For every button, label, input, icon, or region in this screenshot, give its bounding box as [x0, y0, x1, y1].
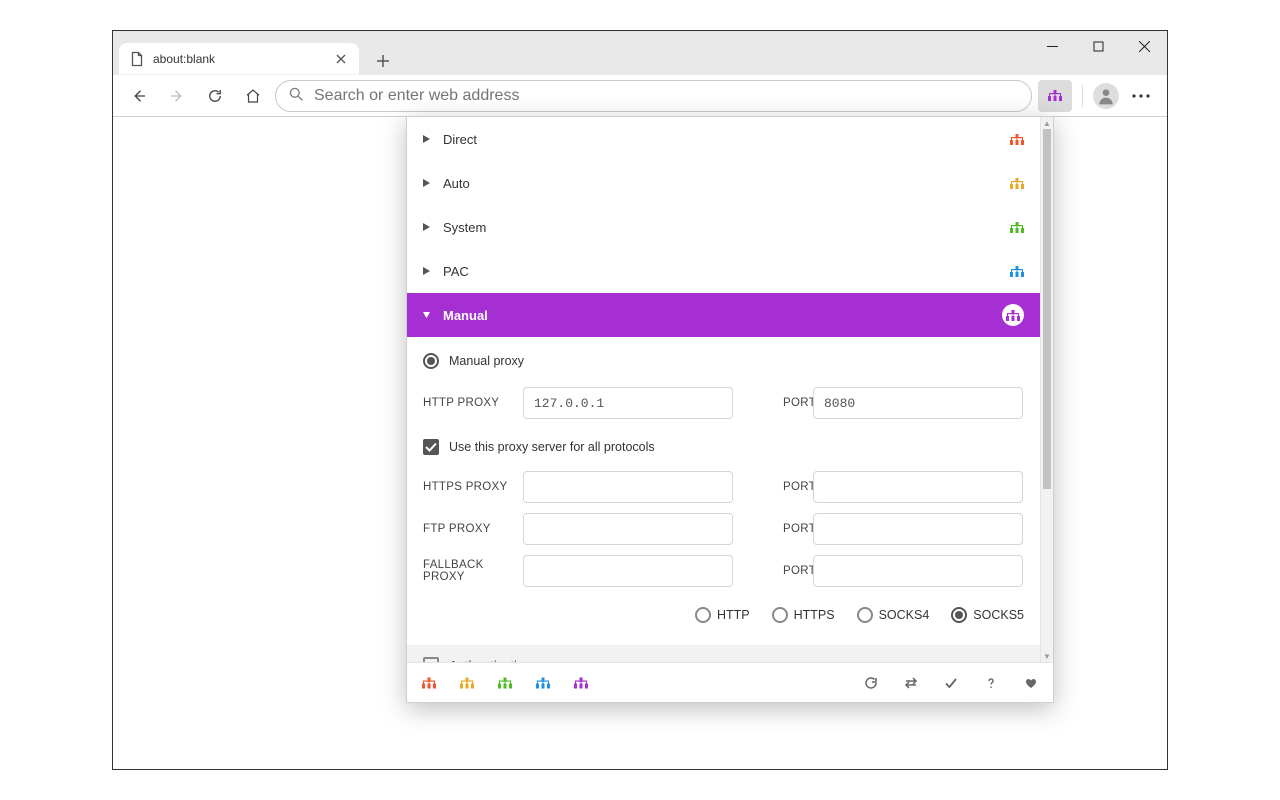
protocol-label: HTTPS — [794, 608, 835, 622]
network-icon — [1006, 310, 1020, 321]
manual-proxy-radio-label: Manual proxy — [449, 354, 524, 368]
proxy-option-system[interactable]: System — [407, 205, 1040, 249]
https-proxy-label: HTTPS PROXY — [423, 481, 523, 493]
option-label: Auto — [443, 176, 1000, 191]
authentication-label: Authentication — [449, 658, 531, 663]
document-icon — [129, 51, 145, 67]
protocol-https-option[interactable]: HTTPS — [772, 607, 835, 623]
protocol-socks5-option[interactable]: SOCKS5 — [951, 607, 1024, 623]
fallback-port-label: PORT — [783, 565, 813, 577]
back-button[interactable] — [123, 80, 155, 112]
proxy-extension-popup: Direct Auto System — [406, 116, 1054, 703]
authentication-section: Authentication — [407, 645, 1040, 662]
proxy-option-pac[interactable]: PAC — [407, 249, 1040, 293]
protocol-label: SOCKS4 — [879, 608, 930, 622]
minimize-button[interactable] — [1029, 31, 1075, 61]
use-for-all-checkbox[interactable] — [423, 439, 439, 455]
network-icon — [1010, 178, 1024, 189]
profile-orange-button[interactable] — [459, 676, 475, 690]
option-label: Direct — [443, 132, 1000, 147]
http-proxy-label: HTTP PROXY — [423, 397, 523, 409]
http-port-label: PORT — [783, 397, 813, 409]
http-port-input[interactable] — [813, 387, 1023, 419]
chevron-right-icon — [423, 267, 433, 275]
option-label: PAC — [443, 264, 1000, 279]
search-icon — [288, 86, 304, 105]
tab-title: about:blank — [153, 52, 325, 66]
maximize-button[interactable] — [1075, 31, 1121, 61]
home-button[interactable] — [237, 80, 269, 112]
footer-actions — [863, 676, 1039, 690]
reload-button[interactable] — [199, 80, 231, 112]
window-titlebar: about:blank — [113, 31, 1167, 75]
protocol-label: SOCKS5 — [973, 608, 1024, 622]
chevron-down-icon — [423, 311, 433, 319]
ftp-proxy-label: FTP PROXY — [423, 523, 523, 535]
profile-red-button[interactable] — [421, 676, 437, 690]
option-label: System — [443, 220, 1000, 235]
authentication-checkbox[interactable] — [423, 657, 439, 662]
ftp-port-label: PORT — [783, 523, 813, 535]
reload-icon[interactable] — [863, 676, 879, 690]
use-for-all-label: Use this proxy server for all protocols — [449, 440, 655, 454]
proxy-option-auto[interactable]: Auto — [407, 161, 1040, 205]
protocol-socks4-option[interactable]: SOCKS4 — [857, 607, 930, 623]
browser-toolbar — [113, 75, 1167, 117]
apply-icon[interactable] — [943, 676, 959, 690]
tab-strip: about:blank — [113, 31, 1029, 75]
toolbar-separator — [1082, 85, 1083, 107]
option-label: Manual — [443, 308, 992, 323]
manual-proxy-radio[interactable] — [423, 353, 439, 369]
new-tab-button[interactable] — [369, 47, 397, 75]
ftp-port-input[interactable] — [813, 513, 1023, 545]
protocol-label: HTTP — [717, 608, 750, 622]
scrollbar-down-icon[interactable]: ▼ — [1041, 650, 1053, 662]
heart-icon[interactable] — [1023, 676, 1039, 690]
proxy-option-manual[interactable]: Manual — [407, 293, 1040, 337]
profile-purple-button[interactable] — [573, 676, 589, 690]
network-icon — [1010, 222, 1024, 233]
popup-footer — [407, 662, 1053, 702]
https-port-label: PORT — [783, 481, 813, 493]
scrollbar-thumb[interactable] — [1043, 129, 1051, 489]
profile-green-button[interactable] — [497, 676, 513, 690]
network-icon-badge — [1002, 304, 1024, 326]
page-content: Direct Auto System — [113, 117, 1167, 769]
proxy-option-direct[interactable]: Direct — [407, 117, 1040, 161]
footer-profile-colors — [421, 676, 847, 690]
address-input[interactable] — [314, 87, 1019, 105]
help-icon[interactable] — [983, 676, 999, 690]
profile-button[interactable] — [1093, 83, 1119, 109]
fallback-proxy-input[interactable] — [523, 555, 733, 587]
http-proxy-input[interactable] — [523, 387, 733, 419]
profile-blue-button[interactable] — [535, 676, 551, 690]
chevron-right-icon — [423, 179, 433, 187]
chevron-right-icon — [423, 223, 433, 231]
https-port-input[interactable] — [813, 471, 1023, 503]
proxy-fields-grid: HTTP PROXY PORT Use this proxy server fo… — [423, 387, 1024, 587]
scrollbar-up-icon[interactable]: ▲ — [1041, 117, 1053, 129]
proxy-options-list: Direct Auto System — [407, 117, 1053, 662]
tab-close-button[interactable] — [333, 51, 349, 67]
fallback-proxy-label: FALLBACK PROXY — [423, 559, 523, 583]
browser-tab[interactable]: about:blank — [119, 43, 359, 75]
network-icon — [1010, 266, 1024, 277]
proxy-extension-button[interactable] — [1038, 80, 1072, 112]
https-proxy-input[interactable] — [523, 471, 733, 503]
scrollbar[interactable]: ▲ ▼ — [1040, 117, 1053, 662]
manual-proxy-panel: Manual proxy HTTP PROXY PORT — [407, 337, 1040, 645]
network-icon — [1010, 134, 1024, 145]
chevron-right-icon — [423, 135, 433, 143]
close-window-button[interactable] — [1121, 31, 1167, 61]
window-controls — [1029, 31, 1167, 61]
forward-button[interactable] — [161, 80, 193, 112]
swap-icon[interactable] — [903, 676, 919, 690]
protocol-http-option[interactable]: HTTP — [695, 607, 750, 623]
fallback-port-input[interactable] — [813, 555, 1023, 587]
proxy-options-scroll[interactable]: Direct Auto System — [407, 117, 1040, 662]
address-bar[interactable] — [275, 80, 1032, 112]
ftp-proxy-input[interactable] — [523, 513, 733, 545]
fallback-protocol-row: HTTP HTTPS SOCKS4 — [423, 607, 1024, 623]
overflow-menu-button[interactable] — [1125, 80, 1157, 112]
